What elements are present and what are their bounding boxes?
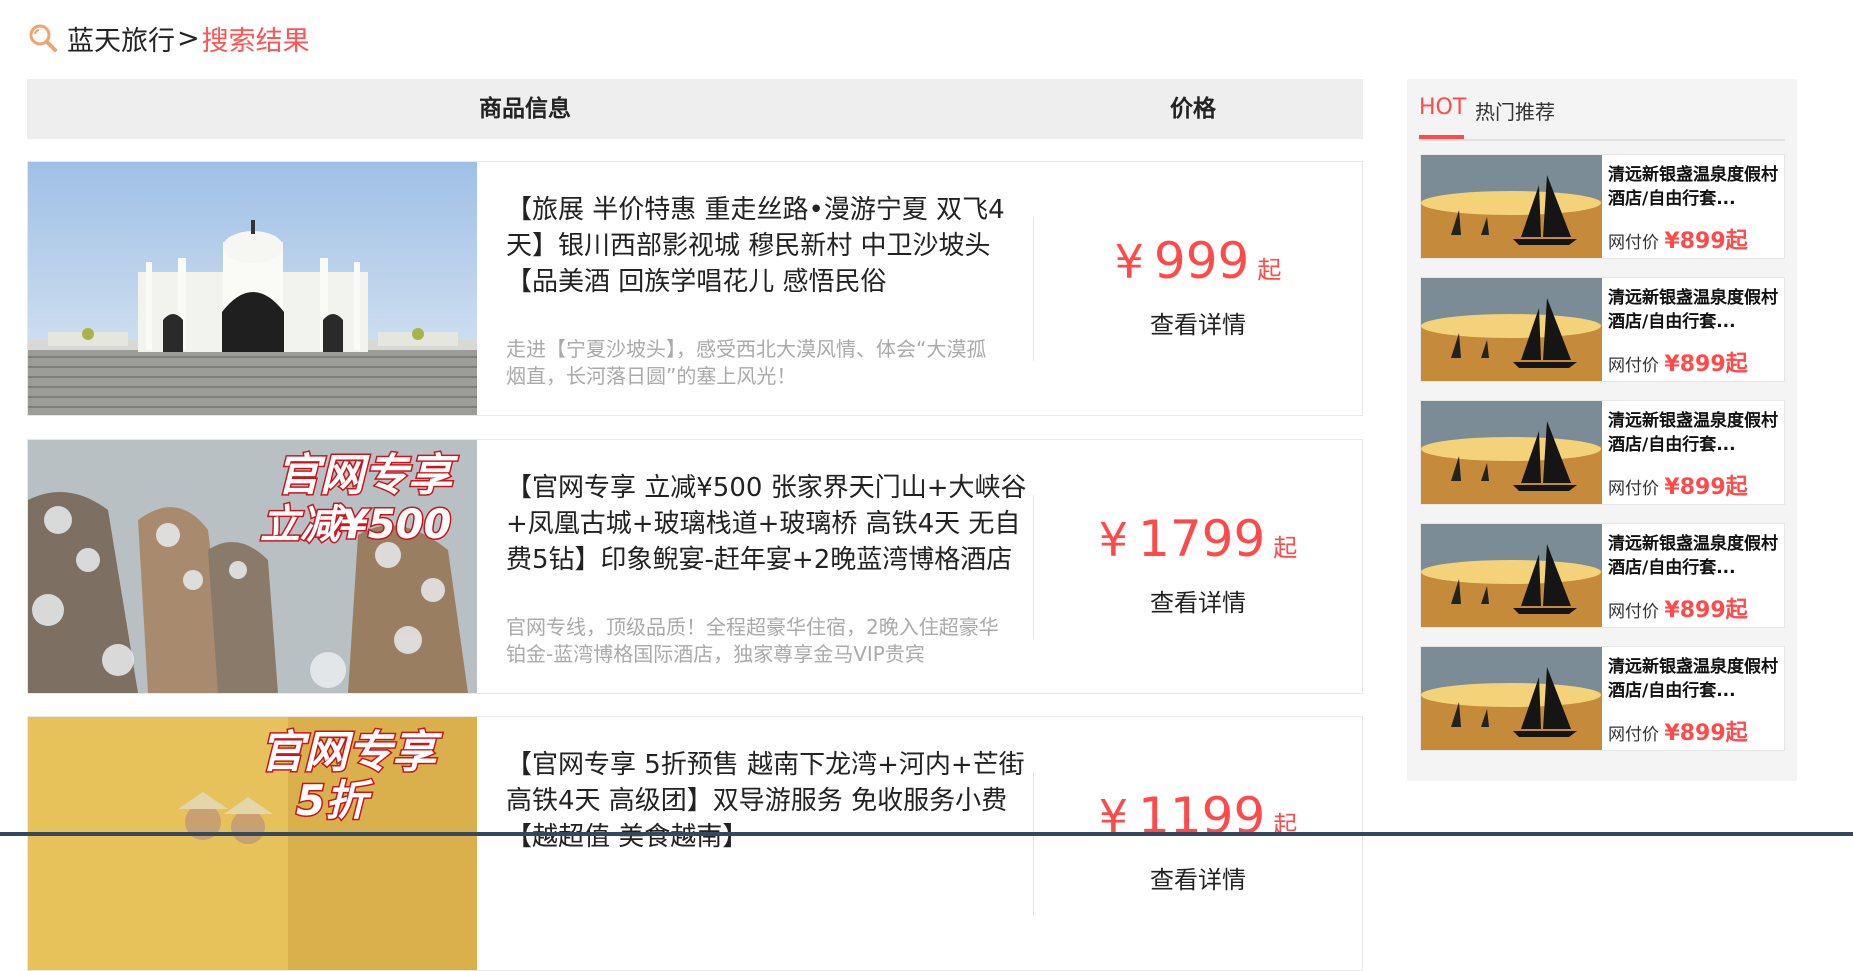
price-label: 网付价: [1608, 725, 1659, 745]
price-value: ¥899起: [1664, 598, 1748, 623]
price-value: ¥899起: [1664, 229, 1748, 254]
price-value: ¥899起: [1664, 721, 1748, 746]
sailboat-image: [1421, 524, 1602, 627]
results-table-header: 商品信息 价格: [27, 79, 1363, 139]
product-image-zhangjiajie[interactable]: 官网专享 立减¥500: [28, 440, 477, 693]
price-suffix: 起: [1273, 534, 1298, 562]
currency-symbol: ¥: [1114, 235, 1144, 289]
view-details-link[interactable]: 查看详情: [1034, 305, 1362, 340]
price-value: 1199: [1138, 787, 1266, 845]
product-image-vietnam[interactable]: 官网专享 5折: [28, 717, 477, 970]
currency-symbol: ¥: [1098, 513, 1129, 567]
hot-tab[interactable]: HOT: [1419, 95, 1466, 120]
sailboat-image: [1421, 278, 1602, 381]
price-value: ¥899起: [1664, 475, 1748, 500]
hot-card-name: 清远新银盏温泉度假村酒店/自由行套...: [1608, 534, 1778, 578]
badge-line1: 官网专享: [260, 727, 443, 778]
badge-line2: 5折: [296, 776, 373, 825]
breadcrumb-root[interactable]: 蓝天旅行: [67, 19, 175, 58]
product-description: 官网专线，顶级品质！全程超豪华住宿，2晚入住超豪华铂金-蓝湾博格国际酒店，独家尊…: [506, 615, 999, 666]
price-value: 1799: [1138, 510, 1266, 568]
active-tab-indicator: [1419, 135, 1464, 139]
product-price: ¥999 起: [1034, 232, 1362, 290]
badge-line1: 官网专享: [276, 450, 459, 501]
sidebar-title: 热门推荐: [1475, 100, 1555, 124]
breadcrumb-current: 搜索结果: [201, 25, 310, 57]
hot-card[interactable]: 清远新银盏温泉度假村酒店/自由行套... 网付价 ¥899起: [1420, 277, 1785, 382]
hot-card[interactable]: 清远新银盏温泉度假村酒店/自由行套... 网付价 ¥899起: [1420, 400, 1785, 505]
price-suffix: 起: [1257, 256, 1282, 284]
price-label: 网付价: [1608, 602, 1659, 622]
price-label: 网付价: [1608, 233, 1659, 253]
hot-card-price: 网付价 ¥899起: [1608, 592, 1748, 624]
result-item[interactable]: 官网专享 立减¥500 【官网专享 立减¥500 张家界天门山+大峡谷+凤凰古城…: [27, 439, 1363, 694]
product-title[interactable]: 【官网专享 立减¥500 张家界天门山+大峡谷+凤凰古城+玻璃栈道+玻璃桥 高铁…: [506, 470, 1036, 578]
hot-card-price: 网付价 ¥899起: [1608, 346, 1748, 378]
sailboat-image: [1421, 401, 1602, 504]
price-value: 999: [1153, 232, 1250, 290]
product-title[interactable]: 【旅展 半价特惠 重走丝路•漫游宁夏 双飞4天】银川西部影视城 穆民新村 中卫沙…: [506, 192, 1036, 300]
sailboat-image: [1421, 647, 1602, 750]
product-price: ¥1199 起: [1034, 787, 1362, 845]
hot-recommend-sidebar: HOT 热门推荐 清远新银盏温泉度假村酒店/自由行套... 网付价 ¥899起 …: [1407, 79, 1797, 781]
sailboat-image: [1421, 155, 1602, 258]
sidebar-tabs: HOT 热门推荐: [1419, 79, 1785, 141]
hot-card-name: 清远新银盏温泉度假村酒店/自由行套...: [1608, 288, 1778, 332]
breadcrumb: 蓝天旅行 > 搜索结果: [27, 19, 310, 58]
hot-card-price: 网付价 ¥899起: [1608, 715, 1748, 747]
price-value: ¥899起: [1664, 352, 1748, 377]
search-icon: [29, 24, 57, 52]
hot-card[interactable]: 清远新银盏温泉度假村酒店/自由行套... 网付价 ¥899起: [1420, 646, 1785, 751]
hot-card-name: 清远新银盏温泉度假村酒店/自由行套...: [1608, 165, 1778, 209]
price-label: 网付价: [1608, 479, 1659, 499]
column-header-info: 商品信息: [479, 96, 571, 122]
result-item[interactable]: 官网专享 5折 【官网专享 5折预售 越南下龙湾+河内+芒街 高铁4天 高级团】…: [27, 716, 1363, 971]
product-price: ¥1799 起: [1034, 510, 1362, 568]
view-details-link[interactable]: 查看详情: [1034, 583, 1362, 618]
badge-line2: 立减¥500: [260, 502, 451, 548]
hot-card[interactable]: 清远新银盏温泉度假村酒店/自由行套... 网付价 ¥899起: [1420, 523, 1785, 628]
hot-card-price: 网付价 ¥899起: [1608, 223, 1748, 255]
price-label: 网付价: [1608, 356, 1659, 376]
hot-card-name: 清远新银盏温泉度假村酒店/自由行套...: [1608, 411, 1778, 455]
view-details-link[interactable]: 查看详情: [1034, 860, 1362, 895]
result-item[interactable]: 【旅展 半价特惠 重走丝路•漫游宁夏 双飞4天】银川西部影视城 穆民新村 中卫沙…: [27, 161, 1363, 416]
column-header-price: 价格: [1170, 96, 1216, 122]
hot-card-price: 网付价 ¥899起: [1608, 469, 1748, 501]
hot-card-name: 清远新银盏温泉度假村酒店/自由行套...: [1608, 657, 1778, 701]
hot-card[interactable]: 清远新银盏温泉度假村酒店/自由行套... 网付价 ¥899起: [1420, 154, 1785, 259]
product-title[interactable]: 【官网专享 5折预售 越南下龙湾+河内+芒街 高铁4天 高级团】双导游服务 免收…: [506, 747, 1036, 855]
viewport-bottom-border: [0, 832, 1853, 836]
product-image-mosque[interactable]: [28, 162, 477, 415]
product-description: [506, 891, 1006, 951]
product-description: 走进【宁夏沙坡头】，感受西北大漠风情、体会“大漠孤烟直，长河落日圆”的塞上风光！: [506, 337, 987, 388]
breadcrumb-separator: >: [177, 22, 200, 54]
